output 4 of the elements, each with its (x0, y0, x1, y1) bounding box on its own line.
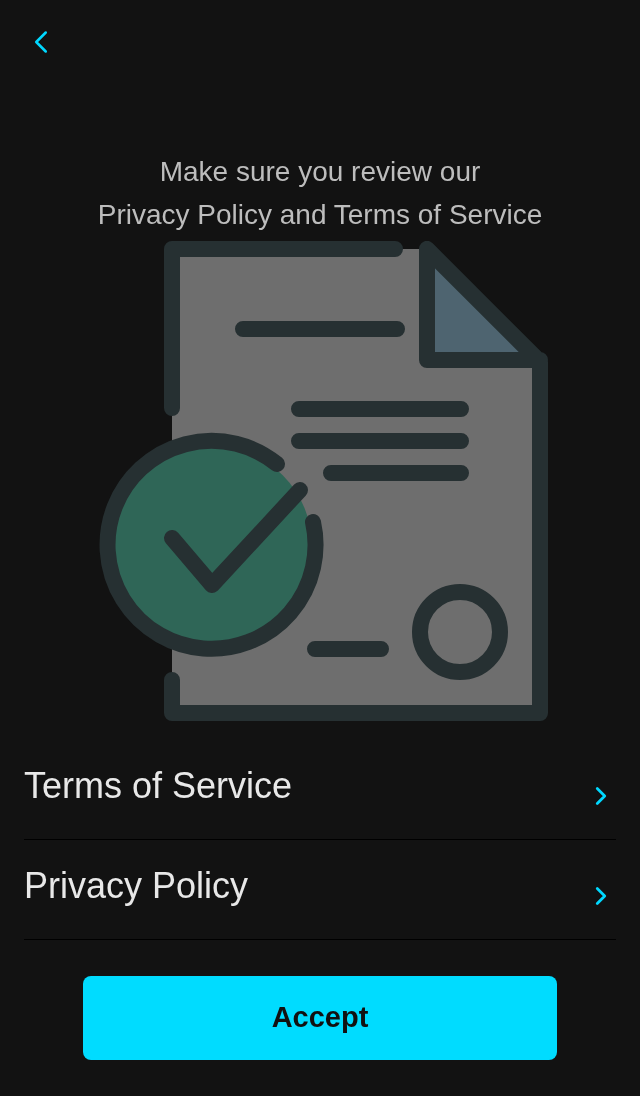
link-row[interactable]: Privacy Policy (24, 840, 616, 940)
accept-button[interactable]: Accept (83, 976, 557, 1060)
link-row[interactable]: Terms of Service (24, 740, 616, 840)
intro-text: Make sure you review our Privacy Policy and Terms of Service (96, 155, 544, 232)
